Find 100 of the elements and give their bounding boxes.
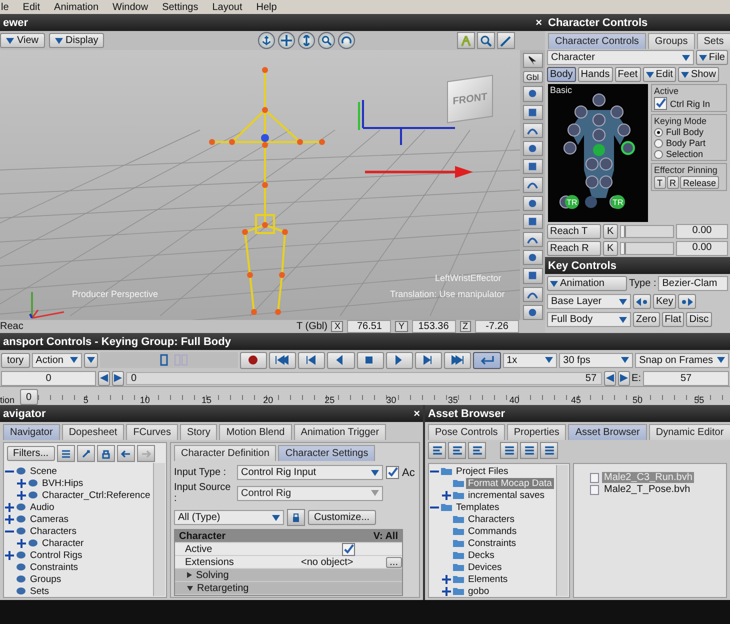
key-button[interactable]: Key — [653, 294, 676, 309]
tab[interactable]: Navigator — [3, 424, 60, 440]
key-button[interactable]: K — [603, 241, 618, 256]
key-mode-button[interactable]: Flat — [662, 312, 684, 327]
cursor-icon[interactable] — [522, 53, 542, 68]
value-field[interactable]: 0.00 — [676, 224, 728, 239]
browse-button[interactable]: ... — [386, 556, 402, 568]
tree-item[interactable]: Project Files — [454, 466, 510, 476]
tab[interactable]: Motion Blend — [219, 424, 292, 440]
next-frame-icon[interactable] — [414, 352, 442, 368]
character-dropdown[interactable]: Character — [547, 50, 694, 65]
tree-item[interactable]: Characters — [28, 526, 78, 536]
expanded-icon[interactable] — [187, 586, 193, 590]
menu-item[interactable]: Window — [112, 2, 150, 12]
go-to-start-icon[interactable] — [268, 352, 296, 368]
time-slider-handle[interactable]: 0 — [20, 389, 38, 405]
axis-button[interactable]: Z — [460, 321, 471, 332]
pin-button[interactable]: R — [666, 176, 679, 189]
input-source-dropdown[interactable]: Control Rig — [237, 486, 383, 500]
customize-button[interactable]: Customize... — [308, 510, 376, 525]
next-key-icon[interactable] — [678, 294, 696, 309]
step-right-icon[interactable] — [112, 370, 124, 386]
pin-button[interactable]: Release — [680, 176, 720, 189]
pin-icon[interactable] — [76, 445, 95, 462]
key-button[interactable]: K — [603, 224, 618, 239]
figure-icon[interactable] — [457, 32, 475, 49]
close-button[interactable]: × — [414, 408, 420, 420]
stop-icon[interactable] — [356, 352, 384, 368]
zoom-icon[interactable] — [477, 32, 495, 49]
global-button[interactable]: Gbl — [522, 71, 542, 84]
plus-icon[interactable] — [442, 586, 451, 596]
tree-item[interactable]: Format Mocap Data — [466, 478, 554, 488]
axis-button[interactable]: Y — [395, 321, 408, 332]
close-button[interactable]: × — [536, 16, 542, 28]
tab[interactable]: FCurves — [126, 424, 178, 440]
previous-frame-icon[interactable] — [298, 352, 326, 368]
axis-button[interactable]: X — [331, 321, 344, 332]
checkbox[interactable] — [342, 542, 355, 556]
file-item[interactable]: Male2_T_Pose.bvh — [602, 484, 692, 495]
menu-button[interactable]: View — [0, 33, 44, 48]
mode-menu[interactable]: Animation — [547, 276, 627, 291]
record-button[interactable] — [240, 352, 267, 368]
coord-field[interactable]: -7.26 — [475, 320, 519, 333]
menu-item[interactable]: Help — [255, 2, 278, 12]
group-header[interactable]: Character — [179, 530, 226, 542]
tab[interactable]: Dynamic Editor — [648, 424, 730, 440]
scrollbar[interactable] — [153, 463, 165, 596]
take-dropdown[interactable]: Action — [32, 352, 82, 368]
tab[interactable]: Asset Browser — [568, 424, 647, 440]
tree-item[interactable]: Templates — [454, 502, 502, 512]
list-icon[interactable] — [500, 442, 518, 459]
zoom-icon[interactable] — [318, 32, 336, 49]
speed-dropdown[interactable]: 1x — [502, 352, 558, 368]
tab[interactable]: Groups — [648, 33, 695, 49]
plus-icon[interactable] — [17, 478, 26, 488]
tree-item[interactable]: gobo — [466, 586, 492, 596]
tree-item[interactable]: Characters — [466, 514, 516, 524]
plus-icon[interactable] — [442, 574, 451, 584]
list-icon[interactable] — [56, 445, 75, 462]
tree-item[interactable]: Commands — [466, 526, 519, 536]
tab[interactable]: Character Definition — [174, 445, 276, 461]
slider-fill[interactable] — [620, 243, 626, 254]
tree-item[interactable]: Groups — [28, 574, 64, 584]
property-group[interactable]: Solving — [196, 570, 229, 580]
tab[interactable]: Feet — [614, 67, 641, 82]
plus-icon[interactable] — [442, 490, 451, 500]
checkbox[interactable] — [386, 466, 399, 479]
menu-item[interactable]: Edit — [22, 2, 42, 12]
value-field[interactable]: 0.00 — [676, 241, 728, 256]
single-frame-icon[interactable] — [160, 354, 168, 366]
plus-icon[interactable] — [5, 514, 14, 524]
input-type-dropdown[interactable]: Control Rig Input — [237, 465, 383, 480]
tree-item[interactable]: Elements — [466, 574, 510, 584]
menu-button[interactable]: Display — [48, 33, 104, 48]
plus-icon[interactable] — [5, 550, 14, 560]
tree-item[interactable]: Character_Ctrl:Reference — [40, 490, 152, 500]
layer-dropdown[interactable]: Base Layer — [547, 294, 631, 309]
tree-item[interactable]: Character — [40, 538, 86, 548]
type-dropdown[interactable]: Bezier-Clam — [658, 276, 728, 291]
tree-item[interactable]: Cameras — [28, 514, 71, 524]
move-arrows-icon[interactable] — [278, 32, 296, 49]
checkbox[interactable] — [654, 97, 667, 110]
start-frame-field[interactable]: 0 — [1, 370, 96, 386]
play-backward-icon[interactable] — [327, 352, 354, 368]
bars-icon[interactable] — [468, 442, 486, 459]
loop-button[interactable] — [473, 352, 501, 368]
plus-icon[interactable] — [17, 490, 26, 500]
cube-icon[interactable] — [522, 159, 542, 174]
step-left-icon[interactable] — [604, 370, 616, 386]
group-dropdown[interactable]: Full Body — [547, 312, 631, 327]
character-figure[interactable]: Basic TR TR — [548, 84, 648, 222]
tree-item[interactable]: Decks — [466, 550, 496, 560]
show-menu[interactable]: Show — [678, 67, 719, 82]
pen-icon[interactable] — [497, 32, 515, 49]
tab[interactable]: Character Controls — [548, 33, 646, 49]
tab[interactable]: Story — [180, 424, 218, 440]
lock-icon[interactable] — [96, 445, 115, 462]
lock-icon[interactable] — [287, 509, 305, 526]
tree-item[interactable]: Constraints — [466, 538, 518, 548]
tree-item[interactable]: Audio — [28, 502, 56, 512]
